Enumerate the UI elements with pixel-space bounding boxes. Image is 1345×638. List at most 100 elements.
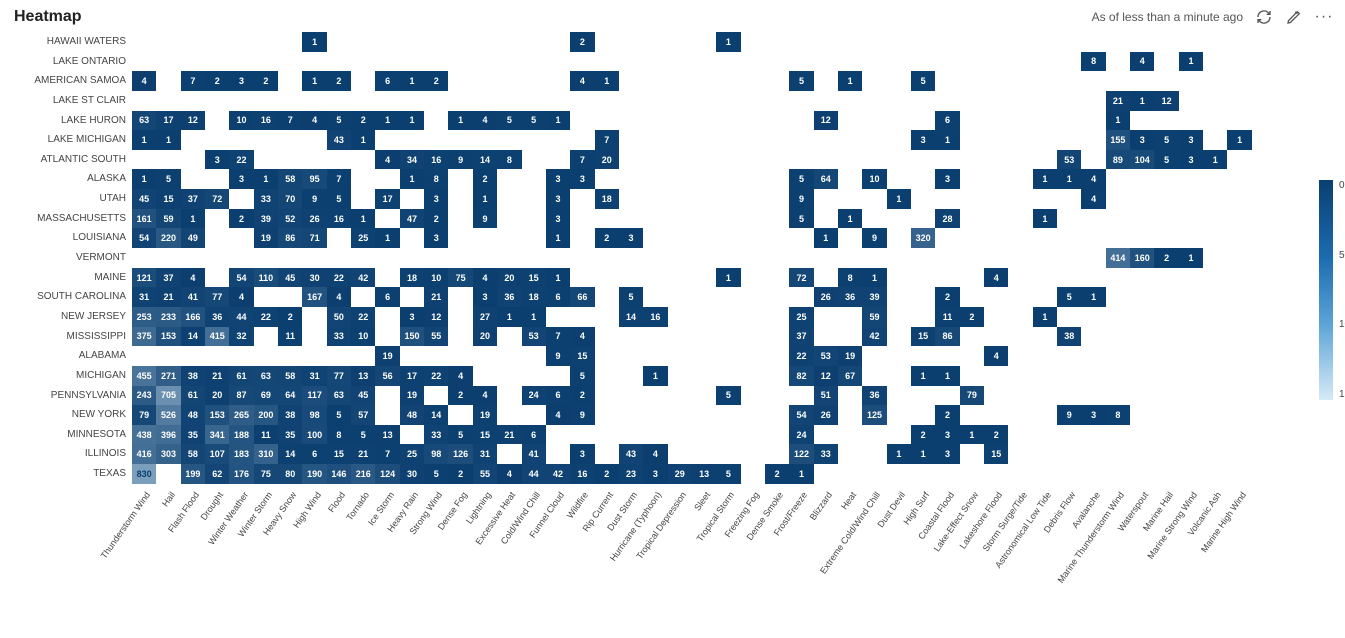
heatmap-cell[interactable]	[960, 91, 984, 111]
heatmap-cell[interactable]	[424, 111, 448, 131]
heatmap-cell[interactable]	[765, 209, 789, 229]
heatmap-cell[interactable]	[400, 91, 424, 111]
heatmap-cell[interactable]	[448, 130, 472, 150]
heatmap-cell[interactable]	[1008, 307, 1032, 327]
heatmap-cell[interactable]	[205, 32, 229, 52]
heatmap-cell[interactable]: 2	[911, 425, 935, 445]
heatmap-cell[interactable]: 8	[497, 150, 521, 170]
heatmap-cell[interactable]	[522, 130, 546, 150]
heatmap-cell[interactable]	[862, 444, 886, 464]
heatmap-cell[interactable]: 526	[156, 405, 180, 425]
heatmap-cell[interactable]	[522, 209, 546, 229]
heatmap-cell[interactable]	[960, 228, 984, 248]
heatmap-cell[interactable]	[1081, 91, 1105, 111]
heatmap-cell[interactable]: 3	[935, 425, 959, 445]
heatmap-cell[interactable]	[1130, 169, 1154, 189]
heatmap-cell[interactable]: 5	[327, 189, 351, 209]
heatmap-cell[interactable]	[741, 366, 765, 386]
heatmap-cell[interactable]	[765, 32, 789, 52]
heatmap-cell[interactable]	[1106, 287, 1130, 307]
heatmap-cell[interactable]: 220	[156, 228, 180, 248]
heatmap-cell[interactable]: 1	[643, 366, 667, 386]
heatmap-cell[interactable]: 3	[1081, 405, 1105, 425]
heatmap-cell[interactable]	[1154, 464, 1178, 484]
heatmap-cell[interactable]	[497, 209, 521, 229]
heatmap-cell[interactable]: 57	[351, 405, 375, 425]
heatmap-cell[interactable]: 77	[205, 287, 229, 307]
heatmap-cell[interactable]: 2	[1154, 248, 1178, 268]
heatmap-cell[interactable]	[595, 209, 619, 229]
heatmap-cell[interactable]	[643, 386, 667, 406]
heatmap-cell[interactable]	[156, 32, 180, 52]
heatmap-cell[interactable]	[1008, 366, 1032, 386]
heatmap-cell[interactable]	[960, 268, 984, 288]
heatmap-cell[interactable]: 14	[424, 405, 448, 425]
heatmap-cell[interactable]: 1	[497, 307, 521, 327]
heatmap-cell[interactable]: 4	[375, 150, 399, 170]
heatmap-cell[interactable]	[643, 130, 667, 150]
heatmap-cell[interactable]	[546, 32, 570, 52]
heatmap-cell[interactable]: 2	[229, 209, 253, 229]
heatmap-cell[interactable]: 110	[254, 268, 278, 288]
heatmap-cell[interactable]	[1008, 327, 1032, 347]
heatmap-cell[interactable]	[595, 287, 619, 307]
heatmap-cell[interactable]	[741, 346, 765, 366]
heatmap-cell[interactable]	[1057, 32, 1081, 52]
heatmap-cell[interactable]: 1	[1203, 150, 1227, 170]
heatmap-cell[interactable]: 27	[473, 307, 497, 327]
heatmap-cell[interactable]	[1203, 52, 1227, 72]
heatmap-cell[interactable]	[643, 346, 667, 366]
heatmap-cell[interactable]	[473, 91, 497, 111]
heatmap-cell[interactable]: 6	[375, 71, 399, 91]
heatmap-cell[interactable]	[448, 32, 472, 52]
heatmap-cell[interactable]: 2	[935, 405, 959, 425]
heatmap-cell[interactable]	[278, 346, 302, 366]
heatmap-cell[interactable]	[862, 32, 886, 52]
heatmap-cell[interactable]	[327, 248, 351, 268]
heatmap-cell[interactable]	[765, 268, 789, 288]
heatmap-cell[interactable]: 15	[522, 268, 546, 288]
heatmap-cell[interactable]	[1081, 425, 1105, 445]
heatmap-cell[interactable]	[1227, 327, 1251, 347]
heatmap-cell[interactable]	[960, 444, 984, 464]
refresh-icon[interactable]	[1255, 8, 1273, 26]
heatmap-cell[interactable]	[838, 189, 862, 209]
heatmap-cell[interactable]: 1	[473, 189, 497, 209]
heatmap-cell[interactable]	[1203, 386, 1227, 406]
heatmap-cell[interactable]: 5	[789, 209, 813, 229]
heatmap-cell[interactable]	[1106, 71, 1130, 91]
heatmap-cell[interactable]	[570, 189, 594, 209]
heatmap-cell[interactable]	[181, 91, 205, 111]
heatmap-cell[interactable]: 2	[327, 71, 351, 91]
heatmap-cell[interactable]	[838, 91, 862, 111]
heatmap-cell[interactable]	[302, 327, 326, 347]
heatmap-cell[interactable]	[1057, 386, 1081, 406]
heatmap-cell[interactable]	[302, 248, 326, 268]
heatmap-cell[interactable]: 21	[156, 287, 180, 307]
heatmap-cell[interactable]: 18	[400, 268, 424, 288]
heatmap-cell[interactable]: 10	[229, 111, 253, 131]
heatmap-cell[interactable]: 1	[546, 268, 570, 288]
heatmap-cell[interactable]	[522, 91, 546, 111]
heatmap-cell[interactable]	[1081, 32, 1105, 52]
heatmap-cell[interactable]	[1008, 287, 1032, 307]
heatmap-cell[interactable]	[984, 464, 1008, 484]
heatmap-cell[interactable]: 416	[132, 444, 156, 464]
heatmap-cell[interactable]: 1	[522, 307, 546, 327]
heatmap-cell[interactable]	[935, 71, 959, 91]
heatmap-cell[interactable]	[448, 209, 472, 229]
heatmap-cell[interactable]	[814, 130, 838, 150]
heatmap-cell[interactable]	[1081, 386, 1105, 406]
heatmap-cell[interactable]	[1057, 91, 1081, 111]
heatmap-cell[interactable]	[838, 130, 862, 150]
heatmap-cell[interactable]	[619, 32, 643, 52]
heatmap-cell[interactable]	[1008, 71, 1032, 91]
heatmap-cell[interactable]: 48	[181, 405, 205, 425]
heatmap-cell[interactable]	[497, 366, 521, 386]
heatmap-cell[interactable]	[351, 150, 375, 170]
edit-icon[interactable]	[1285, 8, 1303, 26]
heatmap-cell[interactable]	[692, 189, 716, 209]
heatmap-cell[interactable]: 4	[302, 111, 326, 131]
heatmap-cell[interactable]	[741, 248, 765, 268]
heatmap-cell[interactable]: 107	[205, 444, 229, 464]
